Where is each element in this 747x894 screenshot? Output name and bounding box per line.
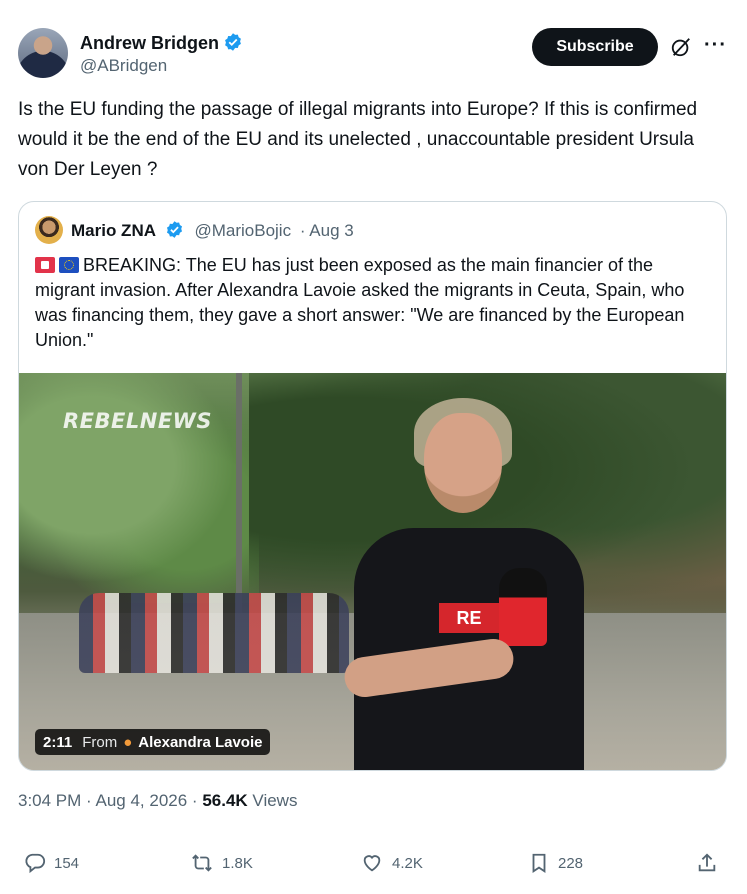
author-avatar[interactable] xyxy=(18,28,68,78)
tweet-date[interactable]: · Aug 4, 2026 · xyxy=(86,791,198,810)
quote-date[interactable]: · Aug 3 xyxy=(300,221,354,240)
share-icon xyxy=(698,853,716,872)
video-scene-pole xyxy=(236,373,242,613)
quote-header: Mario ZNA @MarioBojic · Aug 3 xyxy=(71,220,354,244)
quote-author-name[interactable]: Mario ZNA xyxy=(71,221,156,240)
author-handle[interactable]: @ABridgen xyxy=(80,56,167,76)
video-info-badge[interactable]: 2:11 From ● Alexandra Lavoie xyxy=(35,729,271,755)
video-from-label: From xyxy=(82,733,118,751)
video-player[interactable]: RE REBELNEWS 2:11 From ● Alexandra Lavoi… xyxy=(19,373,726,770)
views-label: Views xyxy=(252,791,298,810)
like-count: 4.2K xyxy=(392,854,423,872)
quote-author-avatar[interactable] xyxy=(35,216,63,244)
bookmark-icon xyxy=(532,853,546,873)
more-options-icon[interactable]: ··· xyxy=(704,34,727,57)
rebel-news-watermark: REBELNEWS xyxy=(63,409,212,433)
reply-button[interactable]: 154 xyxy=(24,852,79,874)
tweet-meta: 3:04 PM · Aug 4, 2026 · 56.4K Views xyxy=(18,791,297,811)
quote-author-handle[interactable]: @MarioBojic xyxy=(194,221,291,240)
tweet-text: Is the EU funding the passage of illegal… xyxy=(18,99,698,180)
subscribe-button[interactable]: Subscribe xyxy=(532,28,658,66)
source-avatar-icon: ● xyxy=(123,733,133,751)
bookmark-button[interactable]: 228 xyxy=(528,852,583,874)
video-scene-trees xyxy=(19,373,259,603)
action-bar: 154 1.8K 4.2K 228 xyxy=(0,848,747,884)
video-reporter: RE xyxy=(342,393,584,770)
tweet-time[interactable]: 3:04 PM xyxy=(18,791,81,810)
microphone-icon xyxy=(499,568,547,646)
share-button[interactable] xyxy=(696,852,726,874)
video-scene-crowd xyxy=(79,593,349,673)
bookmark-count: 228 xyxy=(558,854,584,872)
reply-icon xyxy=(25,853,46,874)
video-source-name[interactable]: Alexandra Lavoie xyxy=(138,734,262,751)
reply-count: 154 xyxy=(54,854,80,872)
repost-icon xyxy=(192,854,212,872)
quote-text: BREAKING: The EU has just been exposed a… xyxy=(35,255,685,350)
video-duration: 2:11 xyxy=(43,733,73,751)
author-name[interactable]: Andrew Bridgen xyxy=(80,33,219,53)
siren-emoji-icon xyxy=(35,257,55,273)
like-button[interactable]: 4.2K xyxy=(360,852,423,874)
quote-verified-badge-icon xyxy=(165,220,184,244)
verified-badge-icon xyxy=(223,32,243,57)
grok-icon[interactable] xyxy=(670,36,692,63)
quote-text-block: BREAKING: The EU has just been exposed a… xyxy=(35,253,715,353)
repost-count: 1.8K xyxy=(222,854,253,872)
reporter-head xyxy=(424,413,502,513)
author-name-row[interactable]: Andrew Bridgen xyxy=(80,32,243,57)
views-count: 56.4K xyxy=(202,791,248,810)
eu-flag-emoji-icon xyxy=(59,257,79,273)
like-heart-icon xyxy=(363,855,381,872)
reporter-shirt-logo: RE xyxy=(439,603,499,633)
quoted-tweet[interactable]: Mario ZNA @MarioBojic · Aug 3 BREAKING: … xyxy=(18,201,727,771)
repost-button[interactable]: 1.8K xyxy=(190,852,253,874)
